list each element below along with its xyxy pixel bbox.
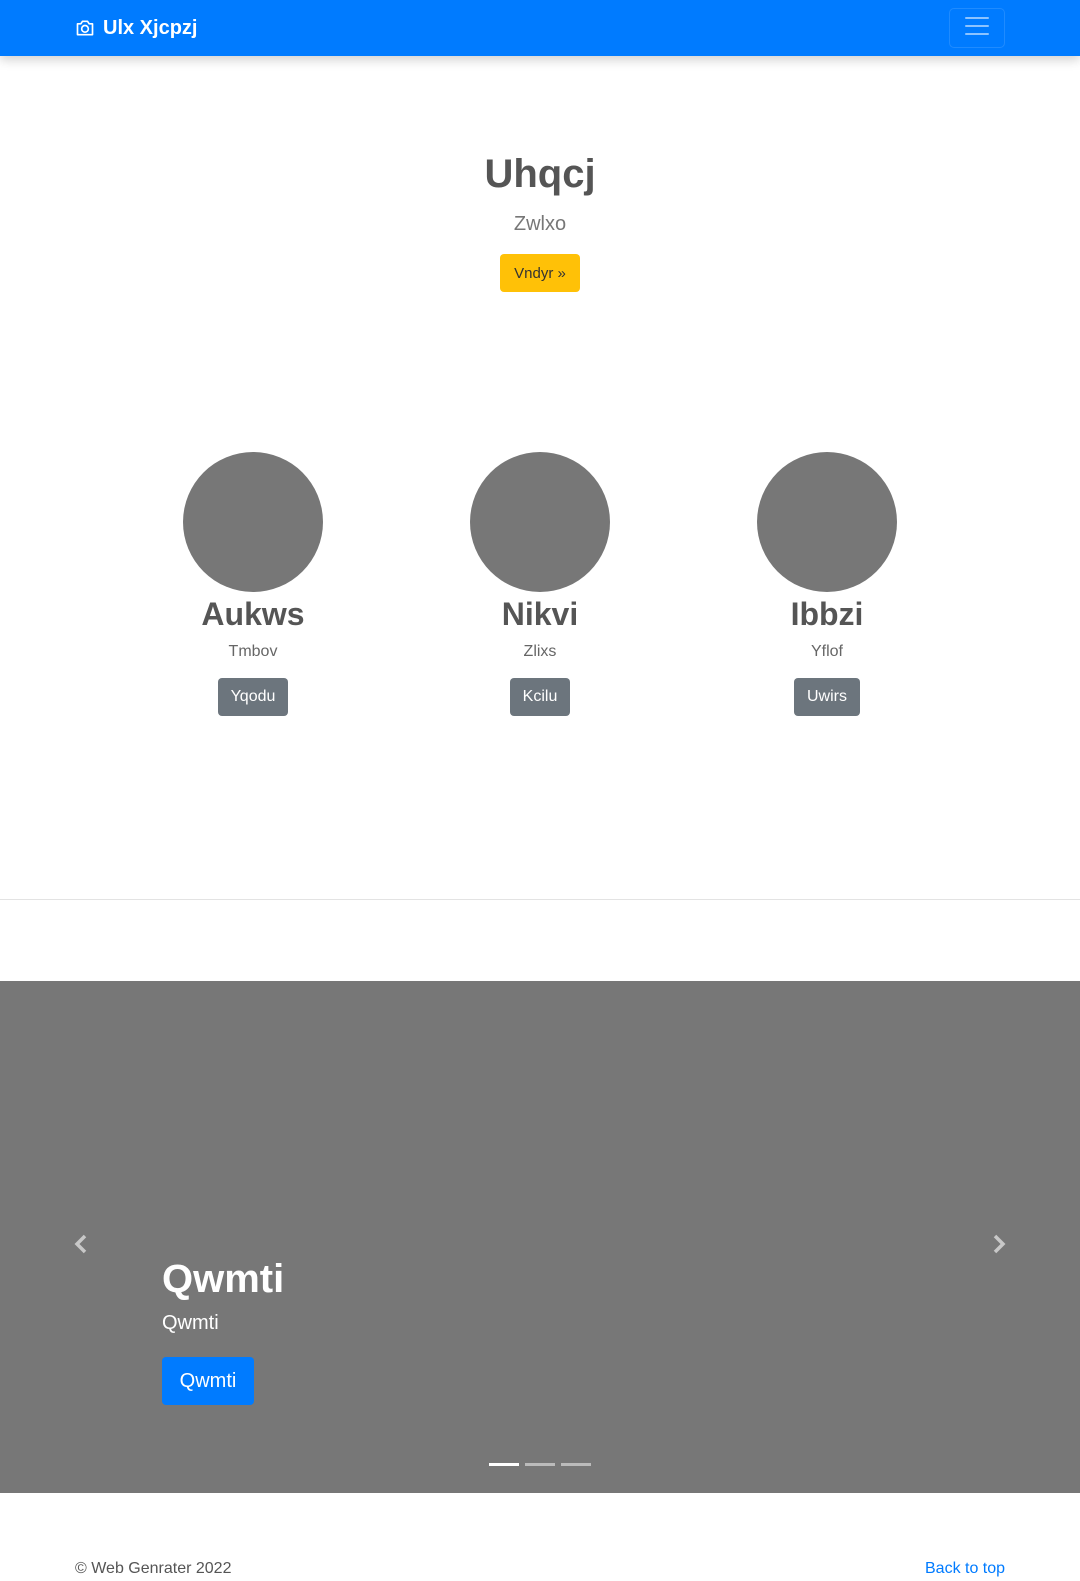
- navbar-toggler-button[interactable]: [949, 8, 1005, 48]
- card-subtitle: Yflof: [810, 643, 843, 660]
- section-divider: [0, 899, 1080, 900]
- avatar-placeholder: [470, 452, 610, 592]
- avatar-placeholder: [183, 452, 323, 592]
- avatar-placeholder: [757, 452, 897, 592]
- brand-link[interactable]: Ulx Xjcpzj: [75, 0, 197, 56]
- card-subtitle: Tmbov: [228, 643, 278, 660]
- carousel-caption-text: Qwmti: [162, 1312, 219, 1334]
- card-title: Ibbzi: [790, 596, 864, 632]
- card-title: Aukws: [201, 596, 305, 632]
- carousel-caption-title: Qwmti: [162, 1257, 285, 1301]
- top-navbar: Ulx Xjcpzj: [0, 0, 1080, 56]
- feature-card: Ibbzi Yflof Uwirs: [677, 452, 977, 716]
- chevron-left-icon: [73, 1234, 91, 1259]
- card-button[interactable]: Yqodu: [217, 678, 289, 716]
- carousel-indicator[interactable]: [561, 1463, 591, 1466]
- back-to-top-link[interactable]: Back to top: [925, 1559, 1005, 1579]
- card-subtitle: Zlixs: [523, 643, 557, 660]
- card-button[interactable]: Uwirs: [794, 678, 860, 716]
- feature-card: Aukws Tmbov Yqodu: [103, 452, 403, 716]
- carousel-next-button[interactable]: [986, 1234, 1010, 1258]
- feature-card: Nikvi Zlixs Kcilu: [390, 452, 690, 716]
- carousel-prev-button[interactable]: [70, 1234, 94, 1258]
- card-title: Nikvi: [501, 596, 579, 632]
- hero-cta-button[interactable]: Vndyr »: [500, 254, 580, 292]
- hero-carousel: Qwmti Qwmti Qwmti: [0, 981, 1080, 1493]
- chevron-right-icon: [989, 1234, 1007, 1259]
- hero-subtitle: Zwlxo: [513, 213, 567, 235]
- card-button[interactable]: Kcilu: [509, 678, 571, 716]
- hamburger-menu-icon: [962, 11, 992, 46]
- footer-copyright: © Web Genrater 2022: [75, 1560, 232, 1577]
- carousel-indicator[interactable]: [489, 1463, 519, 1466]
- brand-text: Ulx Xjcpzj: [103, 16, 198, 39]
- camera-icon: [75, 18, 95, 38]
- hero-title: Uhqcj: [484, 152, 596, 196]
- carousel-caption-button[interactable]: Qwmti: [162, 1357, 254, 1405]
- carousel-indicator[interactable]: [525, 1463, 555, 1466]
